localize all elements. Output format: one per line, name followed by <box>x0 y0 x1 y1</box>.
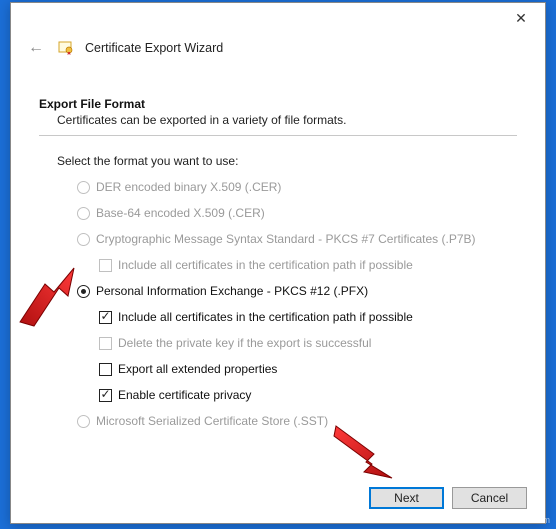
back-arrow-icon: ← <box>28 39 44 57</box>
checkbox-pfx-privacy[interactable]: Enable certificate privacy <box>99 386 517 404</box>
radio-icon <box>77 285 90 298</box>
content-area: Export File Format Certificates can be e… <box>11 69 545 473</box>
checkbox-icon <box>99 363 112 376</box>
radio-sst: Microsoft Serialized Certificate Store (… <box>77 412 517 430</box>
checkbox-label: Export all extended properties <box>118 362 277 376</box>
format-options: DER encoded binary X.509 (.CER) Base-64 … <box>77 178 517 430</box>
divider <box>39 135 517 136</box>
checkbox-icon <box>99 337 112 350</box>
next-button[interactable]: Next <box>369 487 444 509</box>
checkbox-pkcs7-include: Include all certificates in the certific… <box>99 256 517 274</box>
checkbox-pfx-export-ext[interactable]: Export all extended properties <box>99 360 517 378</box>
checkbox-label: Include all certificates in the certific… <box>118 258 413 272</box>
checkbox-pfx-delete: Delete the private key if the export is … <box>99 334 517 352</box>
header: ← Certificate Export Wizard <box>11 33 545 69</box>
radio-pfx[interactable]: Personal Information Exchange - PKCS #12… <box>77 282 517 300</box>
checkbox-icon <box>99 389 112 402</box>
radio-icon <box>77 233 90 246</box>
radio-pkcs7: Cryptographic Message Syntax Standard - … <box>77 230 517 248</box>
radio-base64: Base-64 encoded X.509 (.CER) <box>77 204 517 222</box>
radio-label: Cryptographic Message Syntax Standard - … <box>96 232 476 246</box>
radio-icon <box>77 207 90 220</box>
section-title: Export File Format <box>39 97 517 111</box>
cancel-button[interactable]: Cancel <box>452 487 527 509</box>
wizard-title: Certificate Export Wizard <box>85 41 223 55</box>
radio-icon <box>77 181 90 194</box>
titlebar: ✕ <box>11 3 545 33</box>
radio-label: Base-64 encoded X.509 (.CER) <box>96 206 265 220</box>
format-prompt: Select the format you want to use: <box>57 154 517 168</box>
wizard-window: ✕ ← Certificate Export Wizard Export Fil… <box>10 2 546 524</box>
checkbox-pfx-include[interactable]: Include all certificates in the certific… <box>99 308 517 326</box>
radio-label: Personal Information Exchange - PKCS #12… <box>96 284 368 298</box>
radio-der: DER encoded binary X.509 (.CER) <box>77 178 517 196</box>
watermark: wsxdn.com <box>505 515 550 525</box>
footer: Next Cancel <box>11 473 545 523</box>
checkbox-icon <box>99 259 112 272</box>
checkbox-label: Enable certificate privacy <box>118 388 251 402</box>
certificate-icon <box>57 39 75 57</box>
checkbox-label: Include all certificates in the certific… <box>118 310 413 324</box>
checkbox-icon <box>99 311 112 324</box>
radio-icon <box>77 415 90 428</box>
radio-label: DER encoded binary X.509 (.CER) <box>96 180 281 194</box>
close-button[interactable]: ✕ <box>501 4 541 32</box>
close-icon: ✕ <box>515 10 527 27</box>
checkbox-label: Delete the private key if the export is … <box>118 336 371 350</box>
back-button[interactable]: ← <box>25 37 47 59</box>
section-description: Certificates can be exported in a variet… <box>57 113 517 127</box>
radio-label: Microsoft Serialized Certificate Store (… <box>96 414 328 428</box>
